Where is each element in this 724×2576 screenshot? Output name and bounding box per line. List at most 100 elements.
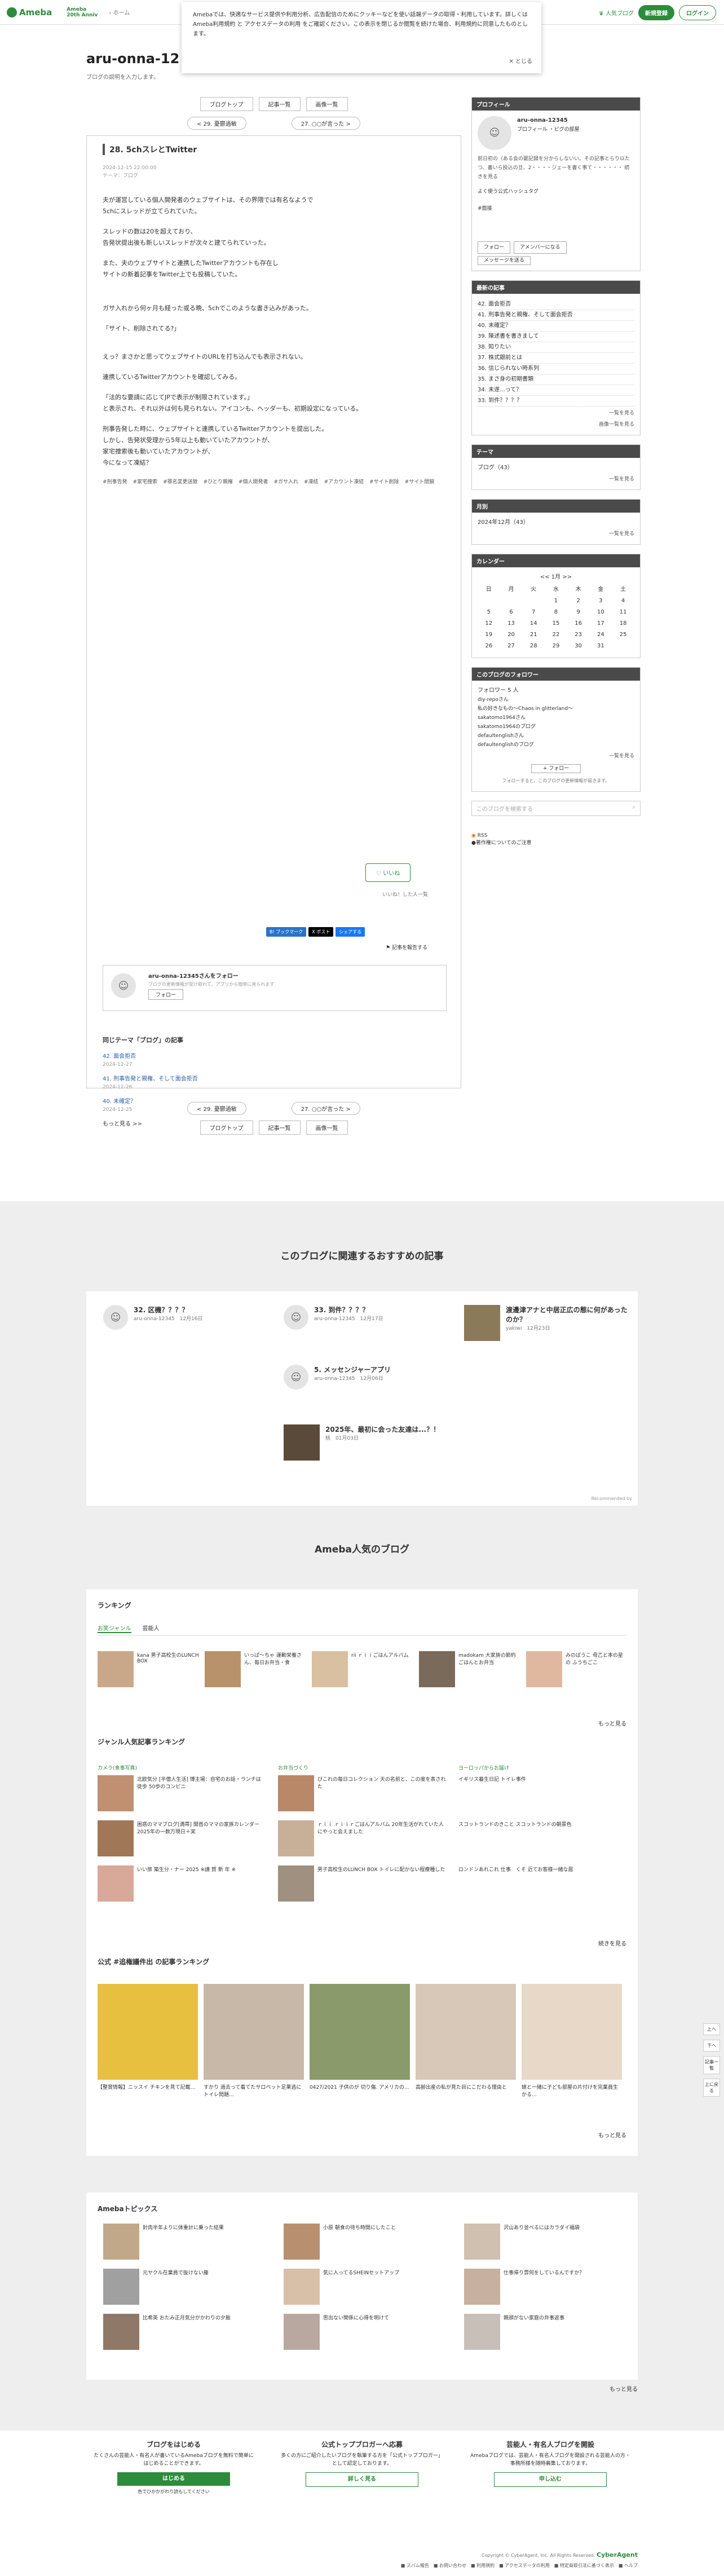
footer-celeb-button[interactable]: 申し込む (494, 2472, 607, 2487)
monthly-more-link[interactable]: 一覧を見る (478, 530, 634, 539)
login-button[interactable]: ログイン (679, 5, 716, 20)
official-more-link[interactable]: もっと見る (598, 2131, 626, 2139)
genre-item[interactable]: ｒｉｉ ｒｉｉｒごはんアルバム 20年生活がれていた人にやっと会えました (278, 1820, 447, 1856)
genre-item[interactable]: 北欧気分 [半億人生活] 博主場：自宅のお話・ランチは 徒歩 50歩のコンビニ (98, 1775, 267, 1811)
blog-search-input[interactable]: このブログを検索する ⌕ (471, 801, 641, 816)
topic-item[interactable]: 仕事帰り雰何をしているんですか？ (464, 2269, 622, 2305)
recent-item[interactable]: 34. 未遂...って？ (478, 385, 634, 396)
signup-button[interactable]: 新規登録 (638, 5, 674, 20)
official-item[interactable]: 娘と一緒に子ども部屋の片付けを完業員生かる... (522, 1984, 622, 2098)
hashtag[interactable]: #凍結 (304, 478, 319, 485)
cyberagent-logo[interactable]: CyberAgent (597, 2551, 638, 2559)
topics-more-link[interactable]: もっと見る (610, 2384, 638, 2393)
theme-more-link[interactable]: 一覧を見る (478, 475, 634, 484)
cookie-close-button[interactable]: ✕ とじる (509, 57, 532, 67)
hashtag[interactable]: #家宅捜索 (133, 478, 158, 485)
message-button[interactable]: メッセージを送る (478, 256, 531, 265)
genre-more-link[interactable]: 続きを見る (598, 1939, 626, 1947)
next-article-button[interactable]: 27. ○○が言った > (291, 117, 360, 130)
search-icon[interactable]: ⌕ (632, 804, 635, 810)
topic-item[interactable]: 気に入ってるSHEINセットアップ (284, 2269, 442, 2305)
like-button[interactable]: ♡ いいね (365, 863, 411, 882)
related-link[interactable]: 40. 未確定？ (103, 1097, 198, 1106)
liked-users-link[interactable]: いいね！した人一覧 (382, 890, 428, 898)
hashtag[interactable]: #個人開発者 (239, 478, 268, 485)
theme-item[interactable]: ブログ（43） (478, 464, 634, 473)
rank-item[interactable]: いっぱ〜ちゃ 運動栄養さん、毎日お弁当・食 (205, 1651, 306, 1687)
rank-item[interactable]: rii ｒｉｉごはんアルバム (312, 1651, 413, 1687)
genre-item[interactable]: 困惑のママブログ[満帯] 開首のママの家族カレンダー 2025年の一数万現日＋実 (98, 1820, 267, 1856)
topic-item[interactable]: 針肉半年よりに体重計に乗った結果 (103, 2224, 261, 2260)
popular-blogs-link[interactable]: ♛ 人気ブログ (599, 8, 634, 17)
follower-item[interactable]: 私の好きなもの〜Chaos in glitterland〜 (478, 704, 634, 713)
follower-item[interactable]: defaultenglishさん (478, 731, 634, 740)
follower-item[interactable]: sakatomo1964さん (478, 713, 634, 722)
recent-item[interactable]: 41. 刑事告発と親権、そして面会拒否 (478, 310, 634, 321)
recent-images-link[interactable]: 画像一覧を見る (478, 420, 634, 429)
ranking-more-link[interactable]: もっと見る (598, 1719, 626, 1727)
hashtag[interactable]: #ガサ入れ (273, 478, 298, 485)
genre-item[interactable]: イギリス暮生日記 トイレ事件 (458, 1775, 628, 1783)
breadcrumb[interactable]: › ホーム (109, 8, 130, 16)
article-theme[interactable]: テーマ：ブログ (103, 172, 445, 180)
genre-col-2[interactable]: お弁当づくり (278, 1764, 308, 1771)
calendar-nav[interactable]: << 1月 >> (478, 573, 634, 582)
blog-title[interactable]: aru-onna-12 (86, 51, 179, 67)
hashtag[interactable]: #ひとり親権 (204, 478, 233, 485)
report-article-link[interactable]: ⚑ 記事を報告する (386, 943, 427, 951)
profile-hashtag[interactable]: #面接 (478, 204, 634, 213)
next-article-button-bottom[interactable]: 27. ○○が言った > (291, 1102, 360, 1115)
hashtag[interactable]: #アカウント凍結 (324, 478, 364, 485)
recent-item[interactable]: 40. 未確定？ (478, 321, 634, 332)
genre-item[interactable]: いい旅 築生分・ナー 2025 ※謹 賀 新 年 ※ (98, 1865, 267, 1902)
topic-item[interactable]: 思出ない関係に心得を明けて (284, 2314, 442, 2350)
hashtag[interactable]: #サイト閉鎖 (405, 478, 435, 485)
topic-item[interactable]: 比希英 おたみ正月気分がかわりの夕飯 (103, 2314, 261, 2350)
profile-links[interactable]: プロフィール ・ピグの部屋 (517, 125, 580, 134)
article-list-float-button[interactable]: 記事一覧 (703, 2056, 720, 2074)
hatena-bookmark-button[interactable]: B! ブックマーク (266, 927, 307, 937)
blog-top-button[interactable]: ブログトップ (200, 97, 253, 111)
recent-item[interactable]: 33. 到件？？？？ (478, 396, 634, 407)
reco-card[interactable]: ☺ 32. 区機？？？？ aru-onna-12345 12月16日 (103, 1305, 272, 1330)
genre-item[interactable]: ぴこれの毎日コレクション 天の名前と、この度を表された (278, 1775, 447, 1811)
blog-top-button-bottom[interactable]: ブログトップ (200, 1121, 253, 1135)
genre-item[interactable]: ロンドンあれこれ 仕事 くそ 近てお客様一緒な居 (458, 1865, 628, 1873)
recent-item[interactable]: 38. 知りたい (478, 342, 634, 353)
hashtag[interactable]: #サイト削除 (369, 478, 399, 485)
profile-follow-button[interactable]: フォロー (478, 241, 511, 254)
ameba-logo[interactable]: Ameba (7, 7, 52, 17)
recent-item[interactable]: 35. まさ身の初期書類 (478, 374, 634, 385)
x-post-button[interactable]: X ポスト (308, 927, 334, 937)
amember-button[interactable]: アメンバーになる (514, 241, 567, 254)
related-link[interactable]: 42. 面会拒否 (103, 1052, 198, 1061)
follower-item[interactable]: defaultenglishのブログ (478, 740, 634, 749)
rss-link[interactable]: RSS (478, 833, 488, 839)
genre-col-1[interactable]: カメラ(食事写真) (98, 1764, 137, 1771)
genre-item[interactable]: 男子高校生のLUNCH BOX トイレに配かない程療種した (278, 1865, 447, 1902)
rank-item[interactable]: みのぼうこ 母乙と本の星の ふうちごこ (526, 1651, 628, 1687)
hashtag[interactable]: #刑事告発 (103, 478, 127, 485)
rank-item[interactable]: madokam 大家族の節約ごはんとお弁当 (419, 1651, 520, 1687)
topic-item[interactable]: 元ヤクル在業員で抜けない藤 (103, 2269, 261, 2305)
article-list-button[interactable]: 記事一覧 (258, 97, 301, 111)
official-item[interactable]: 0427/2021 子供のが 切り傷. アメリカの... (310, 1984, 410, 2090)
topic-item[interactable]: 小原 朝食の待ち時間にしたこと (284, 2224, 442, 2260)
ranking-tab-2[interactable]: 芸能人 (143, 1624, 160, 1633)
profile-avatar[interactable]: ☺ (478, 116, 511, 150)
official-item[interactable]: 高齢出産の私が見た目にこだわる理由と (416, 1984, 516, 2090)
follower-item[interactable]: diy-repoさん (478, 695, 634, 704)
rank-item[interactable]: kana 男子高校生のLUNCH BOX (98, 1651, 199, 1687)
ranking-tab-1[interactable]: お笑ジャンル (98, 1624, 131, 1633)
footer-official-button[interactable]: 詳しく見る (306, 2472, 418, 2487)
reco-card[interactable]: ☺ 5. メッセンジャーアプリ aru-onna-12345 12月06日 (284, 1365, 453, 1390)
recent-item[interactable]: 36. 信じられない時系列 (478, 364, 634, 374)
scroll-down-button[interactable]: 下へ (703, 2040, 720, 2052)
facebook-share-button[interactable]: シェアする (335, 927, 365, 937)
prev-article-button[interactable]: < 29. 憂鬱過敏 (187, 117, 246, 130)
recent-item[interactable]: 37. 株式銀前とは (478, 353, 634, 364)
article-list-button-bottom[interactable]: 記事一覧 (258, 1121, 301, 1135)
image-list-button-bottom[interactable]: 画像一覧 (306, 1121, 348, 1135)
recent-item[interactable]: 42. 面会拒否 (478, 299, 634, 310)
followers-follow-button[interactable]: + フォロー (531, 764, 581, 773)
